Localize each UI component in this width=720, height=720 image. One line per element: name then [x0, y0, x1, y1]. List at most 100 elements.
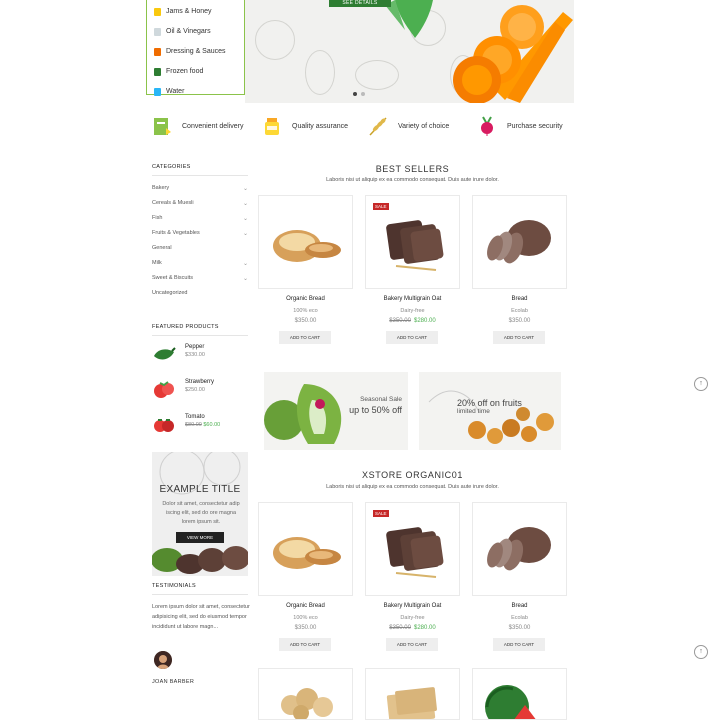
dropdown-item-jams[interactable]: Jams & Honey [147, 3, 244, 20]
product-name[interactable]: Bread [472, 296, 567, 302]
pepper-image [154, 347, 176, 360]
categories-heading: CATEGORIES [152, 164, 191, 170]
product-card[interactable]: SALE [365, 195, 460, 289]
chevron-down-icon[interactable]: ⌄ [243, 230, 248, 237]
see-details-button[interactable]: SEE DETAILS [329, 0, 391, 7]
product-brand: Ecolab [511, 308, 528, 314]
slider-dot-2[interactable] [361, 92, 365, 96]
promo-small-text: limited time [457, 408, 490, 415]
product-price: $350.00 [294, 625, 317, 631]
scroll-top-button[interactable]: ↑ [694, 645, 708, 659]
feature-variety: Variety of choice [368, 116, 449, 136]
sidebar-category-sweets[interactable]: Sweet & Biscuits ⌄ [152, 275, 248, 282]
watermelon-image [485, 685, 536, 719]
product-card[interactable] [258, 502, 353, 596]
tomato-image [154, 419, 174, 432]
strawberry-image [154, 381, 174, 398]
crackers-image [386, 687, 437, 719]
banner-text: Dolor sit amet, consectetur adip iscing … [162, 501, 240, 525]
add-to-cart-button[interactable]: ADD TO CART [493, 638, 545, 651]
best-sellers-title: BEST SELLERS [375, 164, 450, 174]
testimonials-heading: TESTIMONIALS [152, 583, 196, 589]
product-card[interactable] [258, 668, 353, 720]
product-name[interactable]: Organic Bread [258, 296, 353, 302]
product-brand: Dairy-free [400, 615, 425, 621]
slider-dots [353, 92, 365, 96]
promo-banner-seasonal[interactable]: Seasonal Sale up to 50% off [264, 372, 408, 450]
frozen-icon [154, 67, 161, 76]
radish-icon [481, 116, 493, 136]
product-price: $350.00 $280.00 [389, 625, 436, 631]
chevron-down-icon[interactable]: ⌄ [243, 215, 248, 222]
product-card[interactable] [258, 195, 353, 289]
category-dropdown: Jams & Honey Oil & Vinegars Dressing & S… [146, 0, 245, 96]
xstore-section-title: XSTORE ORGANIC01 [362, 470, 463, 480]
testimonial-author: JOAN BARBER [152, 679, 195, 685]
dropdown-item-water[interactable]: Water [147, 83, 244, 100]
avatar [154, 651, 172, 669]
product-price: $350.00 $280.00 [389, 318, 436, 324]
sidebar-category-general[interactable]: General [152, 245, 248, 251]
sidebar-category-fish[interactable]: Fish ⌄ [152, 215, 248, 222]
product-brand: 100% eco [293, 615, 318, 621]
product-brand: 100% eco [293, 308, 318, 314]
divider [152, 175, 248, 176]
feature-quality: Quality assurance [262, 116, 348, 136]
sidebar-category-milk[interactable]: Milk ⌄ [152, 260, 248, 267]
wheat-icon [369, 117, 387, 136]
product-brand: Ecolab [511, 615, 528, 621]
product-brand: Dairy-free [400, 308, 425, 314]
sidebar-category-uncategorized[interactable]: Uncategorized [152, 290, 248, 296]
bread-image [487, 527, 551, 571]
sauce-icon [154, 47, 161, 56]
product-card[interactable] [472, 668, 567, 720]
organic-bread-image [273, 537, 341, 569]
divider [152, 335, 248, 336]
chevron-down-icon[interactable]: ⌄ [243, 260, 248, 267]
hero-slider: SEE DETAILS [245, 0, 574, 103]
bottle-icon [154, 27, 161, 36]
chevron-down-icon[interactable]: ⌄ [243, 275, 248, 282]
product-name[interactable]: Bread [472, 603, 567, 609]
delivery-box-icon [154, 118, 171, 135]
banner-title: EXAMPLE TITLE [159, 484, 241, 495]
scroll-top-button[interactable]: ↑ [694, 377, 708, 391]
sidebar-category-fruits[interactable]: Fruits & Vegetables ⌄ [152, 230, 248, 237]
view-more-button[interactable]: VIEW MORE [176, 532, 224, 543]
featured-product[interactable]: Tomato $80.00 $60.00 [152, 414, 220, 434]
dropdown-item-frozen[interactable]: Frozen food [147, 63, 244, 80]
dropdown-item-oil[interactable]: Oil & Vinegars [147, 23, 244, 40]
promo-banner-fruits[interactable]: 20% off on fruits limited time [419, 372, 561, 450]
add-to-cart-button[interactable]: ADD TO CART [386, 331, 438, 344]
product-card[interactable] [365, 668, 460, 720]
sidebar-category-bakery[interactable]: Bakery ⌄ [152, 185, 248, 192]
add-to-cart-button[interactable]: ADD TO CART [386, 638, 438, 651]
organic-bread-image [273, 230, 341, 262]
sidebar-category-cereals[interactable]: Cereals & Muesli ⌄ [152, 200, 248, 207]
add-to-cart-button[interactable]: ADD TO CART [279, 331, 331, 344]
product-price: $350.00 [508, 625, 531, 631]
product-card[interactable] [472, 195, 567, 289]
product-name[interactable]: Bakery Multigrain Oat [365, 296, 460, 302]
product-card[interactable]: SALE [365, 502, 460, 596]
chevron-down-icon[interactable]: ⌄ [243, 200, 248, 207]
add-to-cart-button[interactable]: ADD TO CART [493, 331, 545, 344]
product-name[interactable]: Bakery Multigrain Oat [365, 603, 460, 609]
dropdown-item-dressing[interactable]: Dressing & Sauces [147, 43, 244, 60]
cookies-image [281, 688, 333, 719]
product-name[interactable]: Organic Bread [258, 603, 353, 609]
promo-small-text: Seasonal Sale [360, 396, 402, 403]
xstore-section-subtitle: Laboris nisi ut aliquip ex ea commodo co… [326, 484, 499, 490]
jar-icon [154, 7, 161, 16]
feature-security: Purchase security [477, 116, 563, 136]
featured-product[interactable]: Pepper $330.00 [152, 344, 205, 364]
testimonial-text: Lorem ipsum dolor sit amet, consectetur … [152, 604, 250, 630]
featured-product[interactable]: Strawberry $250.00 [152, 379, 214, 399]
bread-image [487, 220, 551, 264]
product-card[interactable] [472, 502, 567, 596]
honey-jar-icon [265, 118, 279, 135]
add-to-cart-button[interactable]: ADD TO CART [279, 638, 331, 651]
slider-dot-1[interactable] [353, 92, 357, 96]
chevron-down-icon[interactable]: ⌄ [243, 185, 248, 192]
divider [152, 594, 248, 595]
